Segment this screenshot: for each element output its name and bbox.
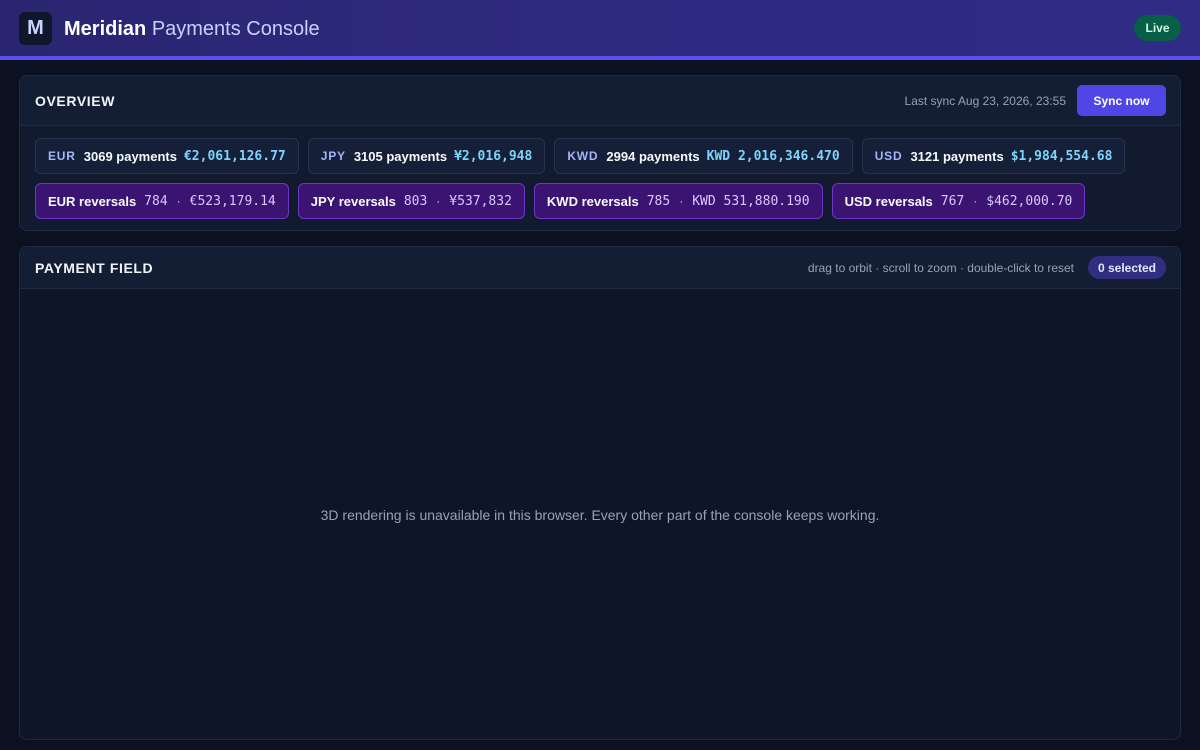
live-status-badge: Live — [1134, 15, 1181, 41]
separator-dot: · — [679, 194, 684, 208]
sync-now-button[interactable]: Sync now — [1077, 85, 1166, 116]
payment-count: 3069 payments — [83, 148, 177, 164]
reversal-count: 803 — [403, 193, 428, 209]
payment-field-panel: PAYMENT FIELD drag to orbit · scroll to … — [19, 246, 1181, 740]
payment-chip-eur[interactable]: EUR 3069 payments €2,061,126.77 — [35, 138, 299, 174]
payments-summary-row: EUR 3069 payments €2,061,126.77 JPY 3105… — [35, 138, 1126, 174]
reversal-chip-usd[interactable]: USD reversals 767 · $462,000.70 — [831, 183, 1086, 219]
reversal-amount: KWD 531,880.190 — [692, 193, 810, 209]
brand-name: Meridian — [64, 18, 147, 40]
currency-code: JPY — [320, 149, 346, 163]
payment-field-canvas[interactable]: 3D rendering is unavailable in this brow… — [20, 289, 1180, 739]
payment-count: 3105 payments — [353, 148, 448, 164]
reversals-summary-row: EUR reversals 784 · €523,179.14 JPY reve… — [35, 183, 1086, 219]
interaction-hint: drag to orbit · scroll to zoom · double-… — [807, 261, 1074, 275]
payment-chip-jpy[interactable]: JPY 3105 payments ¥2,016,948 — [307, 138, 546, 174]
payment-count: 2994 payments — [606, 148, 700, 164]
reversal-count: 784 — [144, 193, 168, 209]
reversal-label: JPY reversals — [310, 193, 396, 209]
top-bar-accent-line — [0, 56, 1200, 60]
payment-count: 3121 payments — [910, 148, 1004, 164]
last-sync-text: Last sync Aug 23, 2026, 23:55 — [904, 94, 1066, 108]
reversal-amount: ¥537,832 — [449, 193, 512, 209]
currency-code: KWD — [567, 149, 599, 163]
reversal-chip-jpy[interactable]: JPY reversals 803 · ¥537,832 — [297, 183, 525, 219]
reversal-chip-kwd[interactable]: KWD reversals 785 · KWD 531,880.190 — [533, 183, 823, 219]
payment-field-title: PAYMENT FIELD — [35, 260, 154, 276]
currency-code: USD — [874, 149, 903, 163]
payment-amount: ¥2,016,948 — [454, 148, 533, 164]
payment-amount: €2,061,126.77 — [183, 148, 286, 164]
payment-field-header: PAYMENT FIELD drag to orbit · scroll to … — [20, 247, 1180, 289]
payment-chip-kwd[interactable]: KWD 2994 payments KWD 2,016,346.470 — [554, 138, 853, 174]
reversal-label: USD reversals — [844, 193, 933, 209]
reversal-label: KWD reversals — [546, 193, 639, 209]
payment-amount: KWD 2,016,346.470 — [706, 148, 840, 164]
brand-suffix: Payments Console — [151, 18, 320, 40]
reversal-label: EUR reversals — [48, 193, 137, 209]
separator-dot: · — [436, 194, 441, 208]
overview-title: OVERVIEW — [35, 93, 116, 109]
rendering-unavailable-message: 3D rendering is unavailable in this brow… — [320, 507, 880, 523]
top-bar: M Meridian Payments Console Live — [0, 0, 1200, 56]
reversal-amount: $462,000.70 — [986, 193, 1073, 209]
reversal-amount: €523,179.14 — [189, 193, 276, 209]
separator-dot: · — [176, 194, 181, 208]
payment-amount: $1,984,554.68 — [1010, 148, 1113, 164]
selected-count-badge: 0 selected — [1088, 256, 1166, 279]
reversal-count: 767 — [940, 193, 965, 209]
separator-dot: · — [973, 194, 978, 208]
currency-code: EUR — [48, 149, 76, 163]
reversal-count: 785 — [646, 193, 671, 209]
logo: M — [19, 12, 52, 45]
overview-panel: OVERVIEW Last sync Aug 23, 2026, 23:55 S… — [19, 75, 1181, 231]
app-title: Meridian Payments Console — [64, 17, 320, 41]
payment-chip-usd[interactable]: USD 3121 payments $1,984,554.68 — [861, 138, 1126, 174]
reversal-chip-eur[interactable]: EUR reversals 784 · €523,179.14 — [35, 183, 289, 219]
overview-header: OVERVIEW Last sync Aug 23, 2026, 23:55 S… — [20, 76, 1180, 126]
